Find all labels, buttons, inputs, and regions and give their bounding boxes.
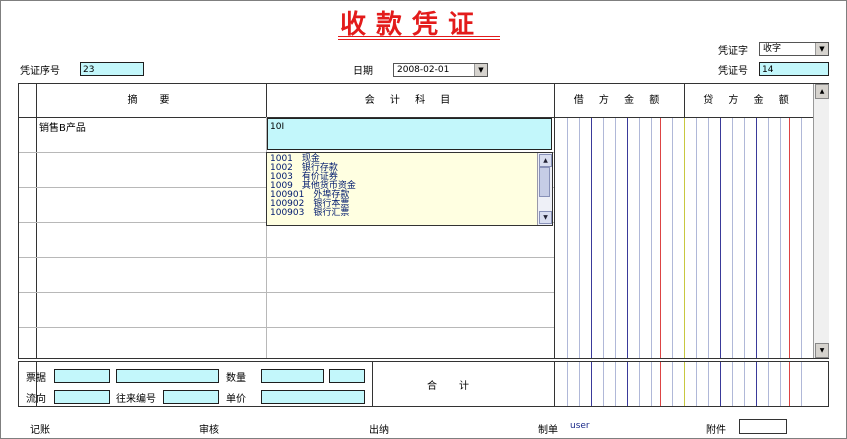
maker-value: user: [570, 421, 590, 431]
date-value: 2008-02-01: [397, 65, 450, 75]
digit-line: [780, 118, 781, 358]
digit-line: [591, 118, 592, 358]
digit-line: [801, 118, 802, 358]
digit-line-decimal: [660, 362, 661, 406]
digit-line: [708, 118, 709, 358]
attachment-label: 附件: [706, 425, 726, 436]
partner-no-label: 往来编号: [116, 394, 156, 405]
digit-line: [639, 118, 640, 358]
title-underline-2: [338, 39, 500, 40]
bottom-mid-divider: [372, 362, 373, 406]
total-label: 合 计: [427, 381, 475, 392]
voucher-no-label: 凭证号: [718, 66, 748, 77]
partner-no-input[interactable]: [163, 390, 219, 404]
maker-label: 制单: [538, 425, 558, 436]
date-label: 日期: [353, 66, 373, 77]
serial-input[interactable]: 23: [80, 62, 144, 76]
digit-line: [696, 362, 697, 406]
col-header-account: 会 计 科 目: [364, 95, 457, 106]
qty-input[interactable]: [261, 369, 324, 383]
title-underline: [338, 36, 500, 37]
row-line: [19, 327, 554, 328]
digit-line: [615, 362, 616, 406]
digit-line: [603, 118, 604, 358]
attachment-input[interactable]: [739, 419, 787, 434]
account-option[interactable]: 100903 银行汇票: [270, 209, 349, 218]
price-input[interactable]: [261, 390, 365, 404]
debit-credit-divider: [684, 118, 685, 358]
digit-line: [579, 362, 580, 406]
price-label: 单价: [226, 394, 246, 405]
digit-line: [627, 362, 628, 406]
digit-line: [639, 362, 640, 406]
digit-line: [627, 118, 628, 358]
digit-line: [720, 362, 721, 406]
chevron-down-icon[interactable]: ▼: [474, 64, 487, 76]
scroll-up-icon[interactable]: ▲: [815, 84, 829, 99]
chevron-down-icon[interactable]: ▼: [815, 43, 828, 55]
digit-line: [672, 118, 673, 358]
row1-summary[interactable]: 销售B产品: [39, 119, 86, 134]
dropdown-scroll-thumb[interactable]: [539, 167, 550, 197]
col-header-debit: 借 方 金 额: [573, 95, 666, 106]
row1-account-input[interactable]: 10I: [267, 118, 552, 150]
digit-line: [732, 118, 733, 358]
digit-line: [720, 118, 721, 358]
digit-line: [708, 362, 709, 406]
bottom-total-divider: [554, 362, 555, 406]
scroll-up-icon[interactable]: ▲: [539, 154, 552, 167]
bottom-debit-credit-divider: [684, 362, 685, 406]
grid-scrollbar[interactable]: ▲ ▼: [813, 84, 829, 358]
row-line: [19, 257, 554, 258]
digit-line: [744, 118, 745, 358]
digit-line: [801, 362, 802, 406]
ticket-input[interactable]: [54, 369, 110, 383]
digit-line: [672, 362, 673, 406]
digit-line-decimal: [789, 362, 790, 406]
voucher-word-select[interactable]: 收字 ▼: [759, 42, 829, 56]
voucher-no-input[interactable]: 14: [759, 62, 829, 76]
digit-line: [603, 362, 604, 406]
dropdown-scrollbar[interactable]: ▲ ▼: [537, 153, 552, 225]
unit-input[interactable]: [329, 369, 365, 383]
digit-line: [567, 118, 568, 358]
ticket-no-input[interactable]: [116, 369, 219, 383]
digit-line: [768, 118, 769, 358]
scroll-down-icon[interactable]: ▼: [815, 343, 829, 358]
cashier-label: 出纳: [369, 425, 389, 436]
digit-line: [756, 118, 757, 358]
serial-label: 凭证序号: [20, 66, 60, 77]
row-line: [19, 292, 554, 293]
digit-line: [732, 362, 733, 406]
digit-line: [780, 362, 781, 406]
voucher-word-value: 收字: [763, 44, 782, 54]
review-label: 审核: [199, 425, 219, 436]
scroll-down-icon[interactable]: ▼: [539, 211, 552, 224]
voucher-word-label: 凭证字: [718, 46, 748, 57]
digit-line: [615, 118, 616, 358]
digit-line: [696, 118, 697, 358]
digit-line-decimal: [660, 118, 661, 358]
qty-label: 数量: [226, 373, 246, 384]
ticket-label: 票据: [26, 373, 46, 384]
digit-line: [756, 362, 757, 406]
digit-line: [591, 362, 592, 406]
account-dropdown[interactable]: 1001 现金 1002 银行存款 1003 有价证券 1009 其他货币资金 …: [266, 152, 553, 226]
account-divider: [554, 84, 555, 358]
digit-line: [651, 118, 652, 358]
flow-input[interactable]: [54, 390, 110, 404]
col-header-summary: 摘 要: [127, 95, 176, 106]
digit-line-decimal: [789, 118, 790, 358]
voucher-window: { "title": "收款凭证", "voucher_word": {"lab…: [0, 0, 847, 439]
digit-line: [744, 362, 745, 406]
digit-line: [651, 362, 652, 406]
col-header-credit: 贷 方 金 额: [703, 95, 795, 106]
digit-line: [567, 362, 568, 406]
digit-line: [579, 118, 580, 358]
flow-label: 流向: [26, 394, 46, 405]
bookkeeping-label: 记账: [30, 425, 50, 436]
date-picker[interactable]: 2008-02-01 ▼: [393, 63, 488, 77]
digit-line: [768, 362, 769, 406]
